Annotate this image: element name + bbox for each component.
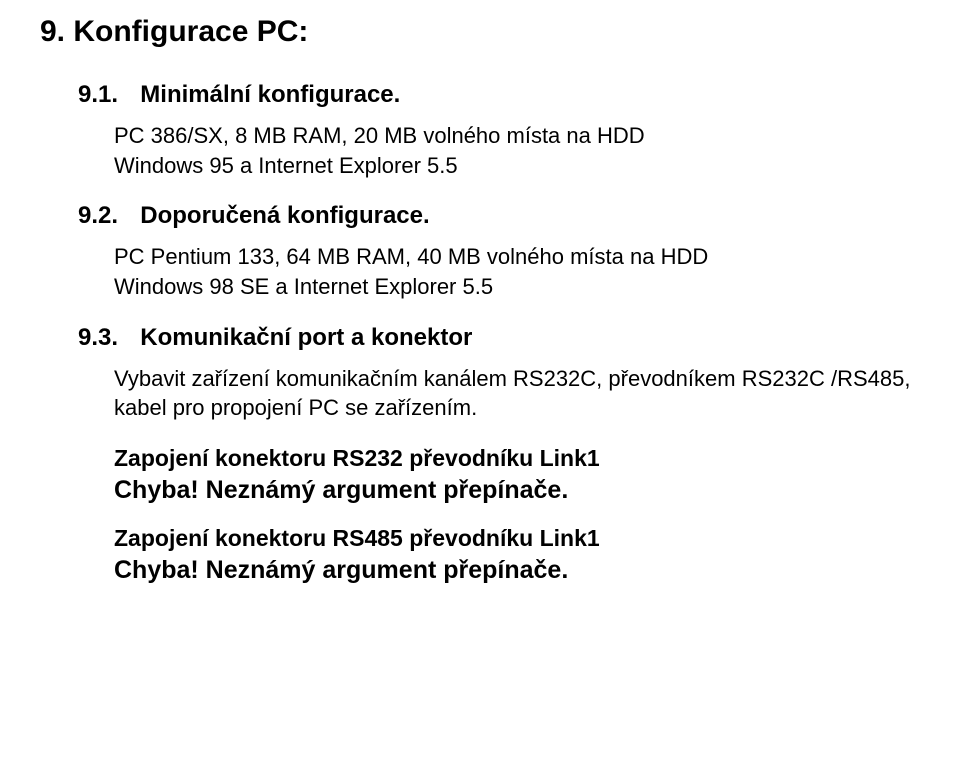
wiring-rs485-error: Chyba! Neznámý argument přepínače. [114,556,930,585]
wiring-rs232-title: Zapojení konektoru RS232 převodníku Link… [114,445,930,472]
section-9-1-body: PC 386/SX, 8 MB RAM, 20 MB volného místa… [114,121,930,180]
body-line: Windows 95 a Internet Explorer 5.5 [114,151,930,181]
section-9-2-body: PC Pentium 133, 64 MB RAM, 40 MB volného… [114,242,930,301]
body-line: Windows 98 SE a Internet Explorer 5.5 [114,272,930,302]
section-9-1-heading: 9.1. Minimální konfigurace. [78,81,930,109]
section-9-3-heading: 9.3. Komunikační port a konektor [78,324,930,352]
section-title [122,202,135,229]
section-number: 9.1. [78,81,118,108]
body-line: PC Pentium 133, 64 MB RAM, 40 MB volného… [114,242,930,272]
section-number: 9.3. [78,324,118,351]
section-title [122,81,135,108]
section-title-text: Doporučená konfigurace. [140,202,429,229]
wiring-rs232-error: Chyba! Neznámý argument přepínače. [114,476,930,505]
section-9-3-body: Vybavit zařízení komunikačním kanálem RS… [114,364,930,423]
section-title-text: Minimální konfigurace. [140,81,400,108]
section-title-text: Komunikační port a konektor [140,324,472,351]
section-title [122,324,135,351]
section-9-2-heading: 9.2. Doporučená konfigurace. [78,202,930,230]
body-line: PC 386/SX, 8 MB RAM, 20 MB volného místa… [114,121,930,151]
body-line: Vybavit zařízení komunikačním kanálem RS… [114,364,930,423]
wiring-rs485-title: Zapojení konektoru RS485 převodníku Link… [114,525,930,552]
page-title: 9. Konfigurace PC: [40,15,930,49]
section-number: 9.2. [78,202,118,229]
